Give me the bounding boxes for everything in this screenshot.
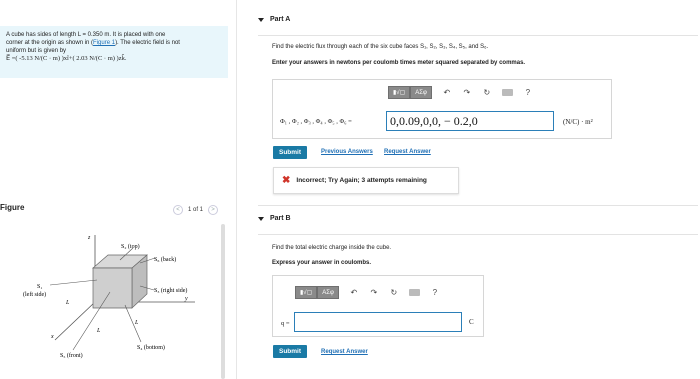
problem-line-1: A cube has sides of length L = 0.350 m. … [6, 32, 166, 38]
x-label: x [50, 334, 54, 340]
label-s5-front: S₅ (front) [60, 352, 83, 359]
reset-icon[interactable]: ↻ [482, 88, 492, 97]
keyboard-icon[interactable] [501, 89, 513, 96]
templates-button[interactable]: ▮√▢ [388, 86, 411, 99]
error-x-icon: ✖ [282, 175, 291, 186]
field-expression: E⃗ =( -5.13 N/(C · m) )xî+( 2.03 N/(C · … [6, 55, 127, 62]
part-a-input-label: Φ₁ , Φ₂ , Φ₃ , Φ₄ , Φ₅ , Φ₆ = [280, 118, 352, 125]
length-label-bottom: L [96, 328, 101, 334]
figure-scrollbar[interactable] [221, 224, 225, 379]
part-a-instruction: Enter your answers in newtons per coulom… [272, 60, 526, 66]
label-s4-bottom: S₄ (bottom) [137, 344, 165, 351]
part-a-rule [258, 35, 698, 36]
part-a-header[interactable]: Part A [258, 16, 290, 23]
part-b-input-label: q = [281, 320, 290, 327]
part-a-title: Part A [270, 16, 291, 23]
problem-line-3: uniform but is given by [6, 48, 67, 54]
problem-statement: A cube has sides of length L = 0.350 m. … [0, 26, 228, 78]
help-icon[interactable]: ? [430, 288, 440, 297]
label-s2-top: S₂ (top) [121, 243, 140, 250]
templates-button[interactable]: ▮√▢ [295, 286, 318, 299]
label-s6-back: S₆ (back) [154, 256, 176, 263]
length-label-right: L [134, 320, 139, 326]
part-b-unit: C [469, 318, 474, 326]
z-label: z [87, 235, 91, 241]
label-s1: S₁ [37, 284, 42, 290]
label-left-side: (left side) [23, 291, 46, 298]
figure-pager: < 1 of 1 > [173, 205, 219, 215]
part-b-title: Part B [270, 215, 291, 222]
part-b-request-answer-link[interactable]: Request Answer [321, 349, 368, 355]
keyboard-icon[interactable] [408, 289, 420, 296]
part-b-instruction: Express your answer in coulombs. [272, 260, 372, 266]
part-a-answer-input[interactable]: 0,0.09,0,0, − 0.2,0 [386, 111, 554, 131]
help-icon[interactable]: ? [523, 88, 533, 97]
y-label: y [184, 296, 188, 302]
cube-front-face [92, 267, 133, 309]
figure-next-button[interactable]: > [208, 205, 219, 215]
symbols-button[interactable]: ΑΣφ [410, 86, 432, 99]
label-s3-right: S₃ (right side) [154, 287, 187, 294]
collapse-triangle-icon [258, 216, 264, 221]
cube-figure: z y x S₂ (top) S₆ (back) S₃ (right side)… [23, 235, 195, 359]
undo-icon[interactable]: ↶ [349, 288, 359, 297]
part-b-header[interactable]: Part B [258, 215, 291, 222]
pane-divider [236, 0, 237, 379]
length-label-left: L [65, 300, 70, 306]
undo-icon[interactable]: ↶ [442, 88, 452, 97]
feedback-text: Incorrect; Try Again; 3 attempts remaini… [296, 177, 427, 184]
feedback-message: ✖ Incorrect; Try Again; 3 attempts remai… [273, 167, 459, 194]
x-axis [54, 301, 96, 341]
part-a-question: Find the electric flux through each of t… [272, 44, 489, 50]
part-b-math-toolbar: ▮√▢ ΑΣφ ↶ ↷ ↻ ? [295, 286, 440, 299]
figure-page-indicator: 1 of 1 [188, 207, 204, 213]
part-a-math-toolbar: ▮√▢ ΑΣφ ↶ ↷ ↻ ? [388, 86, 533, 99]
figure-link[interactable]: Figure 1 [93, 40, 115, 46]
part-a-unit: (N/C) · m² [563, 118, 593, 126]
symbols-button[interactable]: ΑΣφ [317, 286, 339, 299]
part-b-question: Find the total electric charge inside th… [272, 245, 392, 251]
redo-icon[interactable]: ↷ [369, 288, 379, 297]
part-b-rule [258, 234, 698, 235]
part-b-answer-input[interactable] [294, 312, 462, 332]
part-a-submit-button[interactable]: Submit [273, 146, 308, 159]
previous-answers-link[interactable]: Previous Answers [321, 149, 373, 155]
redo-icon[interactable]: ↷ [462, 88, 472, 97]
figure-title: Figure [0, 203, 25, 212]
problem-line-2: corner at the origin as shown in (Figure… [6, 40, 180, 46]
part-a-request-answer-link[interactable]: Request Answer [384, 149, 431, 155]
figure-prev-button[interactable]: < [173, 205, 183, 215]
part-b-top-rule [258, 205, 698, 206]
collapse-triangle-icon [258, 17, 264, 22]
part-b-submit-button[interactable]: Submit [273, 345, 308, 358]
reset-icon[interactable]: ↻ [389, 288, 399, 297]
